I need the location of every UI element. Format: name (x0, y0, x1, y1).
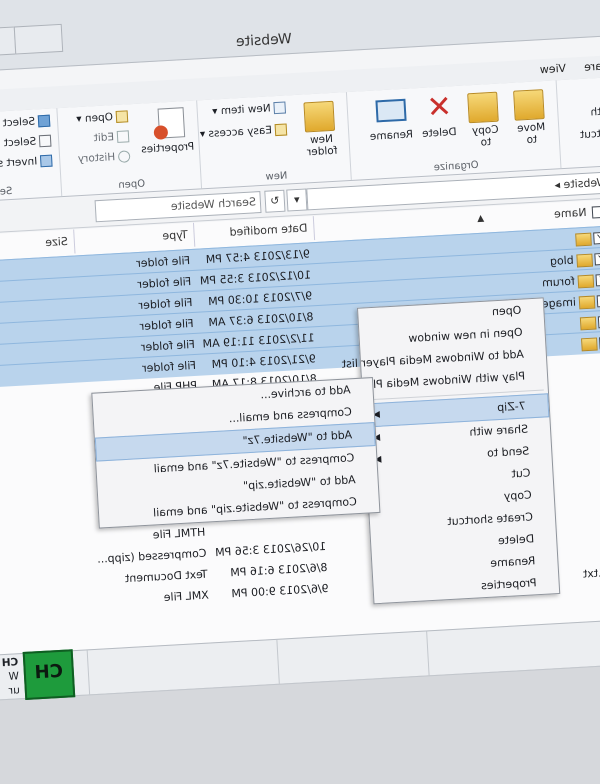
search-input[interactable]: Search Website (94, 191, 262, 223)
new-folder-icon (303, 100, 336, 133)
folder-icon (578, 295, 596, 309)
minimize-button[interactable] (13, 23, 64, 55)
column-header-size[interactable]: Size (44, 229, 76, 256)
menu-item-label: Share with (469, 422, 529, 439)
edit-button[interactable]: Edit (93, 130, 130, 144)
file-name-text: blog (549, 253, 575, 268)
column-header-date[interactable]: Date modified (228, 216, 316, 245)
menu-item-label: 7-Zip (496, 399, 527, 415)
explorer-window: Website View Share path shortcut Move to… (0, 0, 600, 702)
menu-item-label: Delete (497, 532, 535, 548)
menu-item-label: Open (491, 303, 522, 319)
pane-divider (276, 639, 280, 684)
rename-icon (375, 98, 407, 123)
row-checkbox[interactable]: ✓ (595, 273, 600, 287)
copy-to-button[interactable]: Copy to (465, 123, 506, 149)
file-name: ✓ (577, 311, 600, 334)
ribbon-group-clipboard: path shortcut (555, 76, 600, 169)
select-none-button[interactable]: Select none (0, 134, 52, 151)
sort-chevron-icon: ▲ (476, 213, 485, 224)
caption-2: W (8, 670, 20, 683)
menu-item-label: Create shortcut (447, 510, 534, 529)
column-header-type[interactable]: Type (161, 222, 196, 249)
folder-icon (579, 315, 597, 330)
file-name-text: forum (541, 274, 576, 290)
menu-item-label: Properties (480, 576, 537, 593)
new-item-button[interactable]: New item ▾ (212, 101, 287, 118)
copy-to-icon (467, 91, 499, 124)
file-name-text (577, 317, 578, 330)
menu-item-label: Cut (511, 466, 531, 481)
sevenzip-submenu: Add to archive... Compress and email... Ad… (91, 377, 381, 529)
menu-item-label: Add to "Website.7z" (242, 428, 353, 448)
new-item-icon (273, 101, 287, 115)
file-name: GOT.txt (582, 561, 600, 584)
move-to-icon (513, 89, 545, 121)
row-checkbox[interactable]: ✓ (596, 294, 600, 308)
menu-item-label: Add to archive... (260, 383, 351, 402)
file-type: XML File (163, 588, 210, 605)
ribbon-group-new: New folder New item ▾ Easy access ▾ New (196, 92, 352, 189)
select-all-checkbox[interactable] (591, 205, 600, 219)
context-menu: Open Open in new window Add to Windows Med… (341, 297, 561, 605)
invert-selection-icon (39, 154, 53, 168)
caption-3: ur (8, 684, 21, 697)
file-name-text: GOT.txt (582, 565, 600, 581)
open-icon (115, 110, 129, 123)
file-date: 9/6/2013 9:00 PM (231, 581, 329, 601)
dropdown-icon[interactable]: ▾ (286, 188, 308, 212)
easy-access-button[interactable]: Easy access ▾ (200, 123, 288, 140)
menu-item-label: Play with Windows Media Player (348, 369, 526, 393)
invert-selection-button[interactable]: Invert sele (0, 154, 53, 171)
folder-icon (577, 274, 595, 288)
menu-item-label: Send to (486, 444, 530, 460)
window-title: Website (235, 31, 293, 51)
move-to-button[interactable]: Move to (511, 121, 552, 147)
file-type: HTML File (152, 525, 206, 542)
ch-logo: CH (22, 649, 76, 700)
folder-icon (575, 232, 592, 247)
menu-item-label: Add to "Website.zip" (242, 473, 356, 493)
file-name: ✓ (578, 332, 600, 355)
column-header-name[interactable]: Name (553, 200, 600, 227)
select-all-button[interactable]: Select all (0, 114, 51, 130)
menu-item-label: Compress and email... (228, 405, 353, 426)
rename-button[interactable]: Rename (369, 128, 414, 142)
properties-icon (153, 107, 186, 140)
tab-view[interactable]: View (539, 62, 566, 76)
history-button[interactable]: History (78, 150, 131, 165)
delete-icon: ✕ (425, 89, 453, 126)
file-name: ✓ (572, 227, 600, 250)
paste-shortcut-label[interactable]: shortcut (580, 127, 600, 141)
file-name-text (572, 233, 573, 246)
edit-icon (116, 130, 130, 143)
screenshot-stage: Website View Share path shortcut Move to… (0, 0, 600, 784)
folder-icon (576, 253, 594, 267)
tab-share[interactable]: Share (584, 59, 600, 74)
row-checkbox[interactable]: ✓ (594, 252, 600, 266)
row-checkbox[interactable]: ✓ (593, 231, 600, 245)
ribbon-group-organize: Move to Copy to ✕ Delete Rename Organize (345, 80, 562, 180)
ribbon-group-open: Properties Open ▾ Edit History Open (56, 100, 203, 197)
file-name-text (578, 338, 579, 351)
menu-item-label: Open in new window (408, 325, 523, 345)
open-button[interactable]: Open ▾ (76, 110, 129, 125)
delete-button[interactable]: Delete (419, 126, 460, 140)
menu-item-label: Rename (489, 554, 536, 570)
history-icon (117, 150, 131, 163)
pane-divider (86, 650, 91, 695)
pane-divider (426, 631, 430, 676)
select-all-icon (37, 114, 51, 128)
copy-path-label[interactable]: path (590, 105, 600, 118)
select-none-icon (38, 134, 52, 148)
ribbon-group-select: Select all Select none Invert sele Selec… (0, 108, 62, 203)
menu-item-label: Copy (503, 488, 533, 503)
caption-1: CH (1, 656, 19, 670)
properties-button[interactable]: Properties (137, 140, 198, 156)
easy-access-icon (274, 123, 288, 137)
refresh-icon[interactable]: ↻ (264, 189, 286, 213)
folder-icon (580, 336, 598, 351)
new-folder-button[interactable]: New folder (299, 132, 344, 158)
